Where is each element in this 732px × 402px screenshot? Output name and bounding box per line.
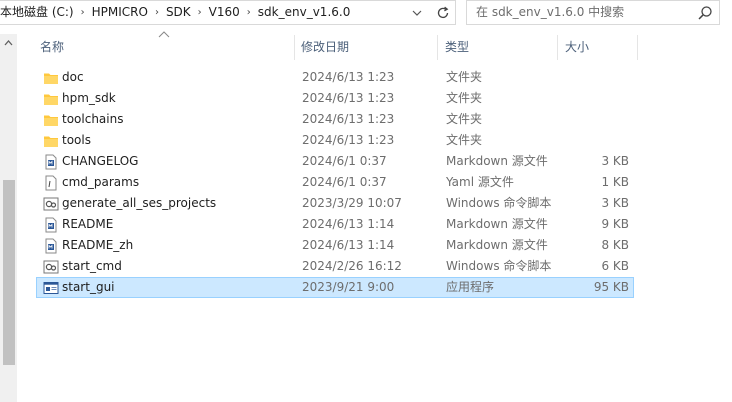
file-modified-date: 2023/3/29 10:07: [302, 196, 402, 210]
breadcrumb-current[interactable]: sdk_env_v1.6.0: [253, 1, 356, 24]
vertical-scrollbar[interactable]: [0, 34, 17, 402]
file-type: Markdown 源文件: [446, 238, 548, 252]
script-file-icon: [43, 260, 59, 274]
refresh-button[interactable]: [432, 1, 454, 24]
file-name: cmd_params: [62, 175, 140, 189]
file-modified-date: 2024/6/13 1:23: [302, 112, 395, 126]
file-type: Markdown 源文件: [446, 154, 548, 168]
file-type: 文件夹: [446, 133, 483, 147]
file-row-cmd-params[interactable]: cmd_params 2024/6/1 0:37 Yaml 源文件 1 KB: [36, 172, 634, 193]
file-type: Yaml 源文件: [446, 175, 514, 189]
breadcrumb-sdk[interactable]: SDK: [161, 1, 196, 24]
file-modified-date: 2023/9/21 9:00: [302, 280, 395, 294]
file-modified-date: 2024/6/13 1:14: [302, 217, 395, 231]
file-name: doc: [62, 70, 84, 84]
file-size: 8 KB: [601, 238, 629, 252]
file-name: tools: [62, 133, 91, 147]
file-type: 文件夹: [446, 112, 483, 126]
application-icon: [43, 282, 59, 294]
file-name: README: [62, 217, 114, 231]
chevron-down-icon: [412, 10, 422, 16]
file-modified-date: 2024/6/1 0:37: [302, 175, 387, 189]
file-name: hpm_sdk: [62, 91, 116, 105]
file-row-generate-all-ses-projects[interactable]: generate_all_ses_projects 2023/3/29 10:07…: [36, 193, 634, 214]
file-type: 文件夹: [446, 70, 483, 84]
column-header-size[interactable]: 大小: [565, 35, 635, 60]
file-type: Windows 命令脚本: [446, 196, 552, 210]
script-file-icon: [43, 197, 59, 211]
file-modified-date: 2024/6/13 1:23: [302, 91, 395, 105]
chevron-up-icon: [4, 39, 13, 45]
folder-icon: [44, 136, 58, 147]
file-size: 3 KB: [601, 154, 629, 168]
file-row-hpm-sdk[interactable]: hpm_sdk 2024/6/13 1:23 文件夹: [36, 88, 634, 109]
search-icon[interactable]: [697, 5, 713, 21]
chevron-right-icon[interactable]: ›: [79, 7, 87, 18]
search-input[interactable]: 在 sdk_env_v1.6.0 中搜索: [476, 1, 624, 24]
column-header-name[interactable]: 名称: [40, 35, 294, 60]
column-divider[interactable]: [294, 35, 295, 60]
file-type: Windows 命令脚本: [446, 259, 552, 273]
folder-icon: [44, 73, 58, 84]
refresh-icon: [437, 6, 449, 18]
breadcrumb-hpmicro[interactable]: HPMICRO: [87, 1, 153, 24]
file-modified-date: 2024/6/13 1:23: [302, 133, 395, 147]
chevron-right-icon[interactable]: ›: [153, 7, 161, 18]
markdown-file-icon: [45, 238, 57, 254]
file-row-toolchains[interactable]: toolchains 2024/6/13 1:23 文件夹: [36, 109, 634, 130]
column-divider[interactable]: [557, 35, 558, 60]
breadcrumb-drive[interactable]: 本地磁盘 (C:): [0, 1, 79, 24]
column-divider[interactable]: [437, 35, 438, 60]
file-modified-date: 2024/2/26 16:12: [302, 259, 402, 273]
file-row-tools[interactable]: tools 2024/6/13 1:23 文件夹: [36, 130, 634, 151]
scroll-up-button[interactable]: [0, 34, 17, 51]
file-modified-date: 2024/6/13 1:14: [302, 238, 395, 252]
breadcrumb-v160[interactable]: V160: [204, 1, 245, 24]
markdown-file-icon: [45, 217, 57, 233]
search-box[interactable]: 在 sdk_env_v1.6.0 中搜索: [466, 0, 720, 25]
file-type: Markdown 源文件: [446, 217, 548, 231]
file-row-readme[interactable]: README 2024/6/13 1:14 Markdown 源文件 9 KB: [36, 214, 634, 235]
file-size: 6 KB: [601, 259, 629, 273]
breadcrumb: 本地磁盘 (C:) › HPMICRO › SDK › V160 › sdk_e…: [0, 1, 355, 24]
folder-icon: [44, 94, 58, 105]
file-type: 应用程序: [446, 280, 495, 294]
file-modified-date: 2024/6/13 1:23: [302, 70, 395, 84]
file-name: start_gui: [62, 280, 115, 294]
address-bar[interactable]: 本地磁盘 (C:) › HPMICRO › SDK › V160 › sdk_e…: [0, 0, 456, 25]
yaml-file-icon: [45, 175, 57, 191]
chevron-right-icon[interactable]: ›: [245, 7, 253, 18]
file-name: generate_all_ses_projects: [62, 196, 217, 210]
file-type: 文件夹: [446, 91, 483, 105]
file-row-readme-zh[interactable]: README_zh 2024/6/13 1:14 Markdown 源文件 8 KB: [36, 235, 634, 256]
file-modified-date: 2024/6/1 0:37: [302, 154, 387, 168]
file-size: 9 KB: [601, 217, 629, 231]
scrollbar-thumb[interactable]: [3, 180, 15, 365]
file-size: 3 KB: [601, 196, 629, 210]
markdown-file-icon: [45, 154, 57, 170]
file-size: 95 KB: [593, 280, 629, 294]
folder-icon: [44, 115, 58, 126]
column-header-type[interactable]: 类型: [445, 35, 557, 60]
file-size: 1 KB: [601, 175, 629, 189]
file-row-start-gui[interactable]: start_gui 2023/9/21 9:00 应用程序 95 KB: [36, 277, 634, 298]
chevron-right-icon[interactable]: ›: [196, 7, 204, 18]
file-name: README_zh: [62, 238, 134, 252]
file-row-start-cmd[interactable]: start_cmd 2024/2/26 16:12 Windows 命令脚本 6 KB: [36, 256, 634, 277]
column-header-date[interactable]: 修改日期: [301, 35, 437, 60]
file-name: start_cmd: [62, 259, 122, 273]
file-row-doc[interactable]: doc 2024/6/13 1:23 文件夹: [36, 67, 634, 88]
file-name: toolchains: [62, 112, 124, 126]
file-name: CHANGELOG: [62, 154, 139, 168]
address-history-dropdown[interactable]: [405, 1, 429, 24]
column-divider[interactable]: [637, 35, 638, 60]
file-row-changelog[interactable]: CHANGELOG 2024/6/1 0:37 Markdown 源文件 3 KB: [36, 151, 634, 172]
